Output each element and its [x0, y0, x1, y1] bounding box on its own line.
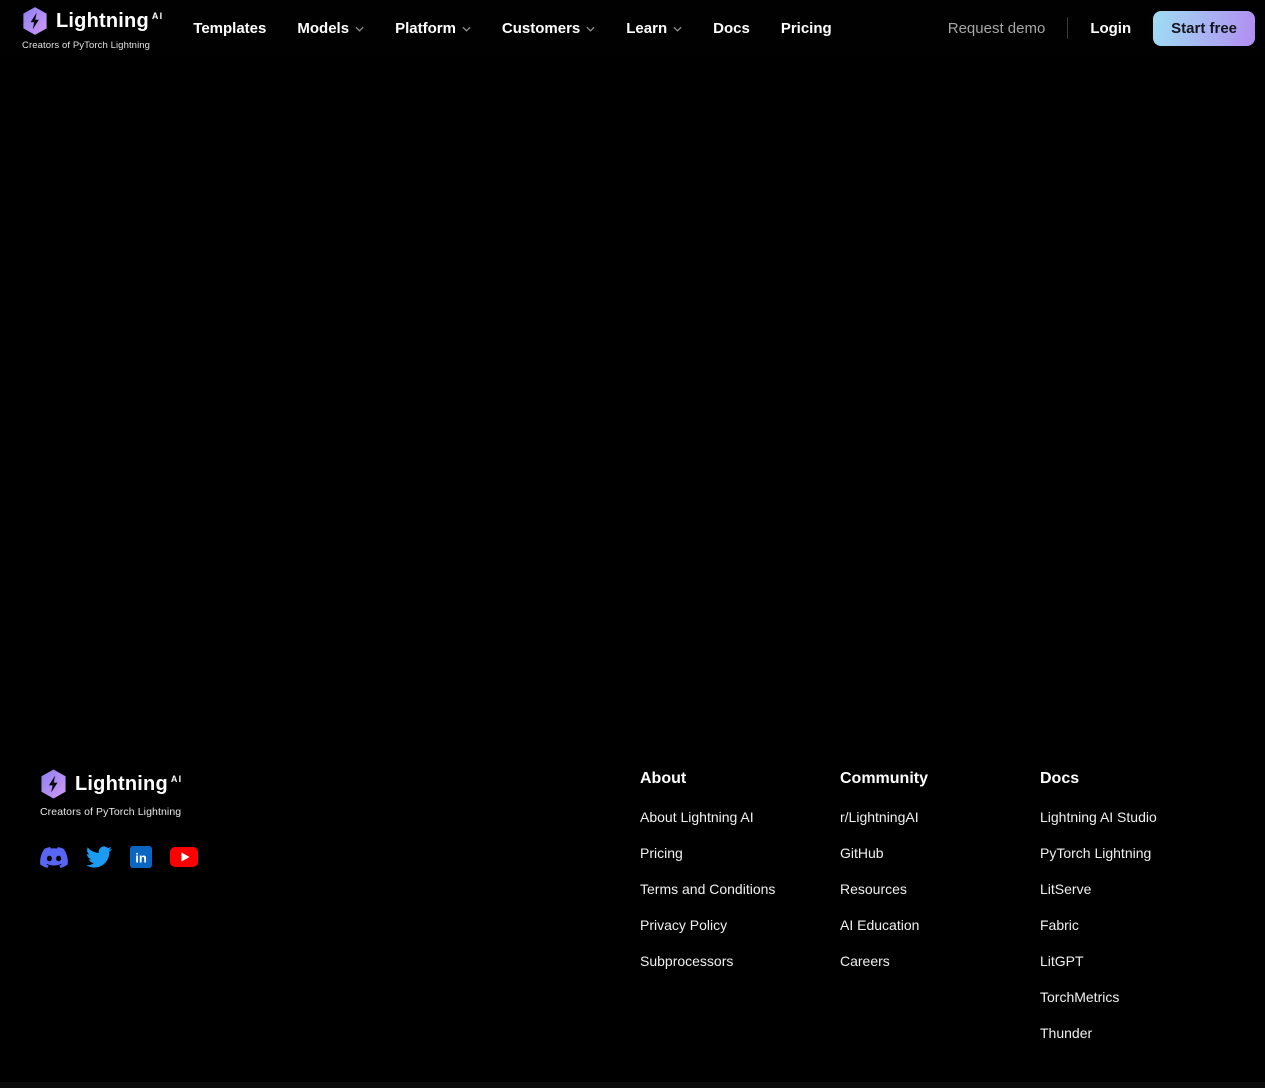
nav-item-models[interactable]: Models: [297, 20, 364, 37]
start-free-button[interactable]: Start free: [1153, 10, 1255, 46]
list-item: Careers: [840, 953, 1040, 970]
footer: Lightning AI Creators of PyTorch Lightnin…: [0, 755, 1265, 1088]
chevron-down-icon: [673, 26, 682, 32]
footer-link-torchmetrics[interactable]: TorchMetrics: [1040, 989, 1119, 1005]
footer-column-community: Community r/LightningAI GitHub Resources…: [840, 770, 1040, 989]
footer-link-privacy-policy[interactable]: Privacy Policy: [640, 917, 727, 933]
list-item: Privacy Policy: [640, 917, 840, 934]
footer-link-pytorch-lightning[interactable]: PyTorch Lightning: [1040, 845, 1151, 861]
page-bottom-strip: [0, 1082, 1265, 1088]
brand-name: Lightning AI: [75, 773, 183, 795]
footer-column-title: About: [640, 770, 687, 787]
footer-link-resources[interactable]: Resources: [840, 881, 907, 897]
linkedin-icon[interactable]: in: [130, 846, 152, 868]
footer-brand-row[interactable]: Lightning AI: [40, 768, 198, 800]
list-item: GitHub: [840, 845, 1040, 862]
list-item: Fabric: [1040, 917, 1240, 934]
list-item: Pricing: [640, 845, 840, 862]
list-item: LitGPT: [1040, 953, 1240, 970]
list-item: Thunder: [1040, 1025, 1240, 1042]
list-item: Terms and Conditions: [640, 881, 840, 898]
footer-link-about-lightning-ai[interactable]: About Lightning AI: [640, 809, 754, 825]
list-item: Lightning AI Studio: [1040, 809, 1240, 826]
footer-column-title: Community: [840, 770, 928, 787]
request-demo-link[interactable]: Request demo: [948, 20, 1046, 37]
header-brand[interactable]: Lightning AI Creators of PyTorch Lightnin…: [22, 6, 163, 51]
footer-link-list: Lightning AI Studio PyTorch Lightning Li…: [1040, 809, 1240, 1042]
footer-link-r-lightningai[interactable]: r/LightningAI: [840, 809, 919, 825]
brand-ai-superscript: AI: [151, 10, 164, 21]
footer-column-title: Docs: [1040, 770, 1080, 787]
twitter-icon[interactable]: [86, 844, 112, 870]
footer-column-docs: Docs Lightning AI Studio PyTorch Lightni…: [1040, 770, 1240, 1061]
brand-tagline: Creators of PyTorch Lightning: [40, 806, 182, 818]
footer-link-fabric[interactable]: Fabric: [1040, 917, 1079, 933]
nav-item-customers[interactable]: Customers: [502, 20, 595, 37]
footer-link-list: About Lightning AI Pricing Terms and Con…: [640, 809, 840, 970]
header-actions: Request demo Login Start free: [948, 10, 1255, 46]
nav-item-docs[interactable]: Docs: [713, 20, 750, 37]
chevron-down-icon: [462, 26, 471, 32]
nav-item-learn[interactable]: Learn: [626, 20, 682, 37]
brand-ai-superscript: AI: [170, 774, 183, 785]
chevron-down-icon: [355, 26, 364, 32]
brand-row: Lightning AI: [22, 6, 163, 36]
list-item: About Lightning AI: [640, 809, 840, 826]
nav-item-platform[interactable]: Platform: [395, 20, 471, 37]
list-item: Resources: [840, 881, 1040, 898]
list-item: PyTorch Lightning: [1040, 845, 1240, 862]
nav-item-pricing[interactable]: Pricing: [781, 20, 832, 37]
list-item: Subprocessors: [640, 953, 840, 970]
brand-tagline: Creators of PyTorch Lightning: [22, 39, 151, 51]
login-link[interactable]: Login: [1090, 20, 1131, 37]
nav-item-templates[interactable]: Templates: [193, 20, 266, 37]
main-nav: Templates Models Platform Customers Lear…: [193, 20, 831, 37]
footer-link-subprocessors[interactable]: Subprocessors: [640, 953, 733, 969]
chevron-down-icon: [586, 26, 595, 32]
footer-column-about: About About Lightning AI Pricing Terms a…: [640, 770, 840, 989]
social-links: in: [40, 844, 198, 870]
youtube-icon[interactable]: [170, 847, 198, 867]
footer-link-lightning-ai-studio[interactable]: Lightning AI Studio: [1040, 809, 1157, 825]
footer-brand: Lightning AI Creators of PyTorch Lightnin…: [40, 768, 198, 870]
header-divider: [1067, 17, 1069, 39]
footer-link-pricing[interactable]: Pricing: [640, 845, 683, 861]
header: Lightning AI Creators of PyTorch Lightnin…: [0, 0, 1265, 56]
footer-link-terms-and-conditions[interactable]: Terms and Conditions: [640, 881, 775, 897]
footer-link-litserve[interactable]: LitServe: [1040, 881, 1091, 897]
footer-link-github[interactable]: GitHub: [840, 845, 884, 861]
svg-text:in: in: [135, 851, 147, 866]
list-item: r/LightningAI: [840, 809, 1040, 826]
footer-link-thunder[interactable]: Thunder: [1040, 1025, 1092, 1041]
footer-link-list: r/LightningAI GitHub Resources AI Educat…: [840, 809, 1040, 970]
lightning-logo-icon: [41, 769, 66, 799]
footer-link-ai-education[interactable]: AI Education: [840, 917, 919, 933]
list-item: TorchMetrics: [1040, 989, 1240, 1006]
list-item: AI Education: [840, 917, 1040, 934]
lightning-logo-icon: [23, 6, 47, 35]
brand-name: Lightning AI: [56, 9, 164, 32]
discord-icon[interactable]: [40, 846, 68, 868]
footer-link-litgpt[interactable]: LitGPT: [1040, 953, 1084, 969]
page: Lightning AI Creators of PyTorch Lightnin…: [0, 0, 1265, 1088]
empty-content-area: [0, 56, 1265, 755]
footer-link-careers[interactable]: Careers: [840, 953, 890, 969]
list-item: LitServe: [1040, 881, 1240, 898]
